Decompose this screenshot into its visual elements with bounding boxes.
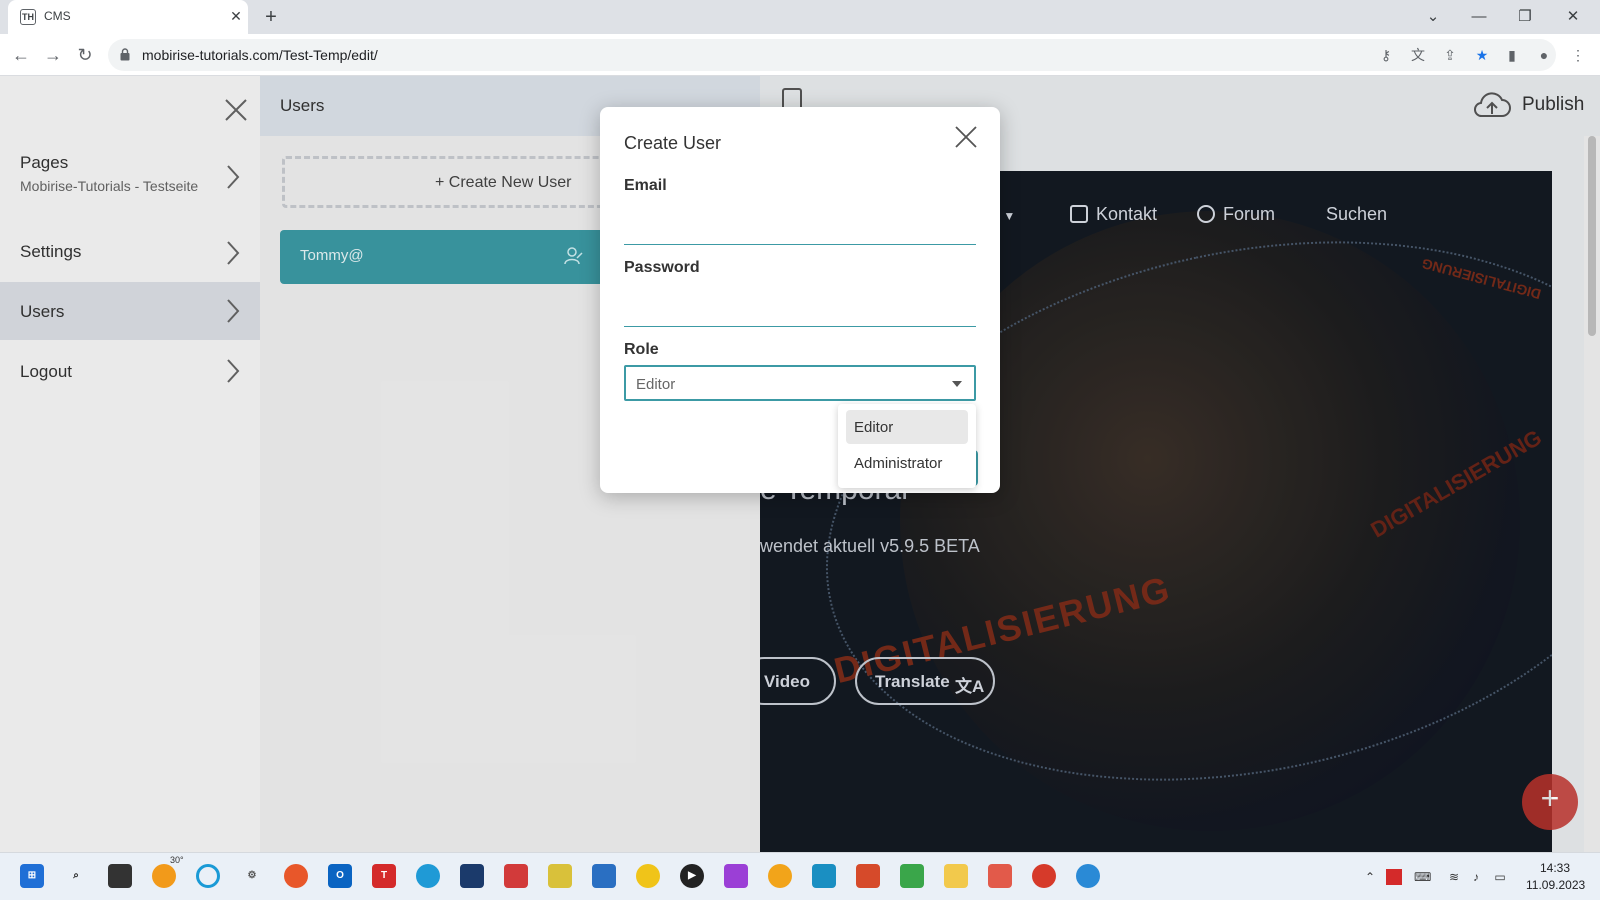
- reload-icon[interactable]: ↻: [72, 42, 98, 68]
- green-app-icon[interactable]: [900, 864, 924, 888]
- new-tab-icon[interactable]: +: [258, 4, 284, 30]
- dialog-title: Create User: [624, 133, 722, 153]
- snip-app-icon[interactable]: [856, 864, 880, 888]
- text-app-icon[interactable]: T: [372, 864, 396, 888]
- screen-app-icon[interactable]: [812, 864, 836, 888]
- file-app-icon[interactable]: [548, 864, 572, 888]
- settings-icon[interactable]: ⚙: [240, 864, 264, 888]
- wifi-icon[interactable]: ≋: [1446, 869, 1462, 885]
- star-icon[interactable]: ★: [1472, 45, 1492, 65]
- role-selected-value: Editor: [636, 376, 676, 393]
- window-close-icon[interactable]: ✕: [1560, 4, 1586, 30]
- tray-overflow-icon[interactable]: ⌃: [1362, 869, 1378, 885]
- edge-icon[interactable]: [416, 864, 440, 888]
- back-icon[interactable]: ←: [8, 42, 34, 68]
- lock-icon: [120, 48, 130, 61]
- task-view-icon[interactable]: [108, 864, 132, 888]
- chrome-alt-icon[interactable]: [1032, 864, 1056, 888]
- minimize-icon[interactable]: —: [1466, 4, 1492, 30]
- tab-search-icon[interactable]: ⌄: [1420, 4, 1446, 30]
- weather-icon[interactable]: [152, 864, 176, 888]
- role-option-administrator[interactable]: Administrator: [846, 446, 968, 480]
- email-field[interactable]: [624, 215, 976, 245]
- clock-date: 11.09.2023: [1526, 878, 1586, 892]
- bulb-app-icon[interactable]: [636, 864, 660, 888]
- role-dropdown: Editor Administrator: [838, 404, 976, 488]
- tab-close-icon[interactable]: ✕: [226, 6, 246, 26]
- url-text: mobirise-tutorials.com/Test-Temp/edit/: [142, 47, 378, 63]
- file-explorer-icon[interactable]: [944, 864, 968, 888]
- weather-temperature: 30°: [170, 855, 184, 865]
- remote-app-icon[interactable]: [460, 864, 484, 888]
- cortana-icon[interactable]: [196, 864, 220, 888]
- purple-app-icon[interactable]: [724, 864, 748, 888]
- close-icon[interactable]: [952, 123, 980, 151]
- clock-time: 14:33: [1540, 861, 1571, 875]
- profile-icon[interactable]: ●: [1534, 45, 1554, 65]
- windows-start-icon[interactable]: ⊞: [20, 864, 44, 888]
- store-icon[interactable]: [592, 864, 616, 888]
- search-icon[interactable]: ⌕: [64, 864, 88, 888]
- volume-icon[interactable]: ♪: [1468, 869, 1484, 885]
- address-bar[interactable]: mobirise-tutorials.com/Test-Temp/edit/ ⚷…: [108, 39, 1556, 71]
- password-label: Password: [624, 259, 700, 276]
- forward-icon[interactable]: →: [40, 42, 66, 68]
- news-app-icon[interactable]: [504, 864, 528, 888]
- share-icon[interactable]: ⇪: [1440, 45, 1460, 65]
- media-player-icon[interactable]: ▶: [680, 864, 704, 888]
- caret-down-icon: [952, 381, 962, 387]
- outlook-icon[interactable]: O: [328, 864, 352, 888]
- chrome-icon[interactable]: [1076, 864, 1100, 888]
- sidebar-icon[interactable]: ▮: [1502, 45, 1522, 65]
- add-block-button[interactable]: +: [1522, 774, 1578, 830]
- restore-icon[interactable]: ❐: [1512, 4, 1538, 30]
- browser-toolbar: ← → ↻ mobirise-tutorials.com/Test-Temp/e…: [0, 34, 1600, 76]
- password-field[interactable]: [624, 297, 976, 327]
- key-icon[interactable]: ⚷: [1376, 45, 1396, 65]
- tray-app-icon[interactable]: [1386, 869, 1402, 885]
- role-label: Role: [624, 341, 659, 358]
- role-select[interactable]: Editor: [624, 365, 976, 401]
- role-option-label: Editor: [854, 419, 894, 436]
- role-option-editor[interactable]: Editor: [846, 410, 968, 444]
- role-option-label: Administrator: [854, 455, 943, 472]
- browser-tab[interactable]: TH CMS ✕: [8, 0, 248, 34]
- snipping-tool-icon[interactable]: [988, 864, 1012, 888]
- tab-title: CMS: [44, 9, 71, 23]
- menu-icon[interactable]: ⋮: [1568, 45, 1588, 65]
- taskbar: ⊞ ⌕ 30° ⚙ O T ▶ ⌃ ⌨ ≋ ♪ ▭ 14:33 11.09.20…: [0, 852, 1600, 900]
- translate-icon[interactable]: 文: [1408, 45, 1428, 65]
- firefox-icon[interactable]: [284, 864, 308, 888]
- orange-app-icon[interactable]: [768, 864, 792, 888]
- battery-icon[interactable]: ▭: [1492, 869, 1508, 885]
- email-label: Email: [624, 177, 667, 194]
- keyboard-icon[interactable]: ⌨: [1414, 869, 1431, 885]
- browser-tab-bar: TH CMS ✕ + ⌄ — ❐ ✕: [0, 0, 1600, 34]
- plus-icon: +: [1540, 780, 1560, 816]
- favicon-icon: TH: [20, 9, 36, 25]
